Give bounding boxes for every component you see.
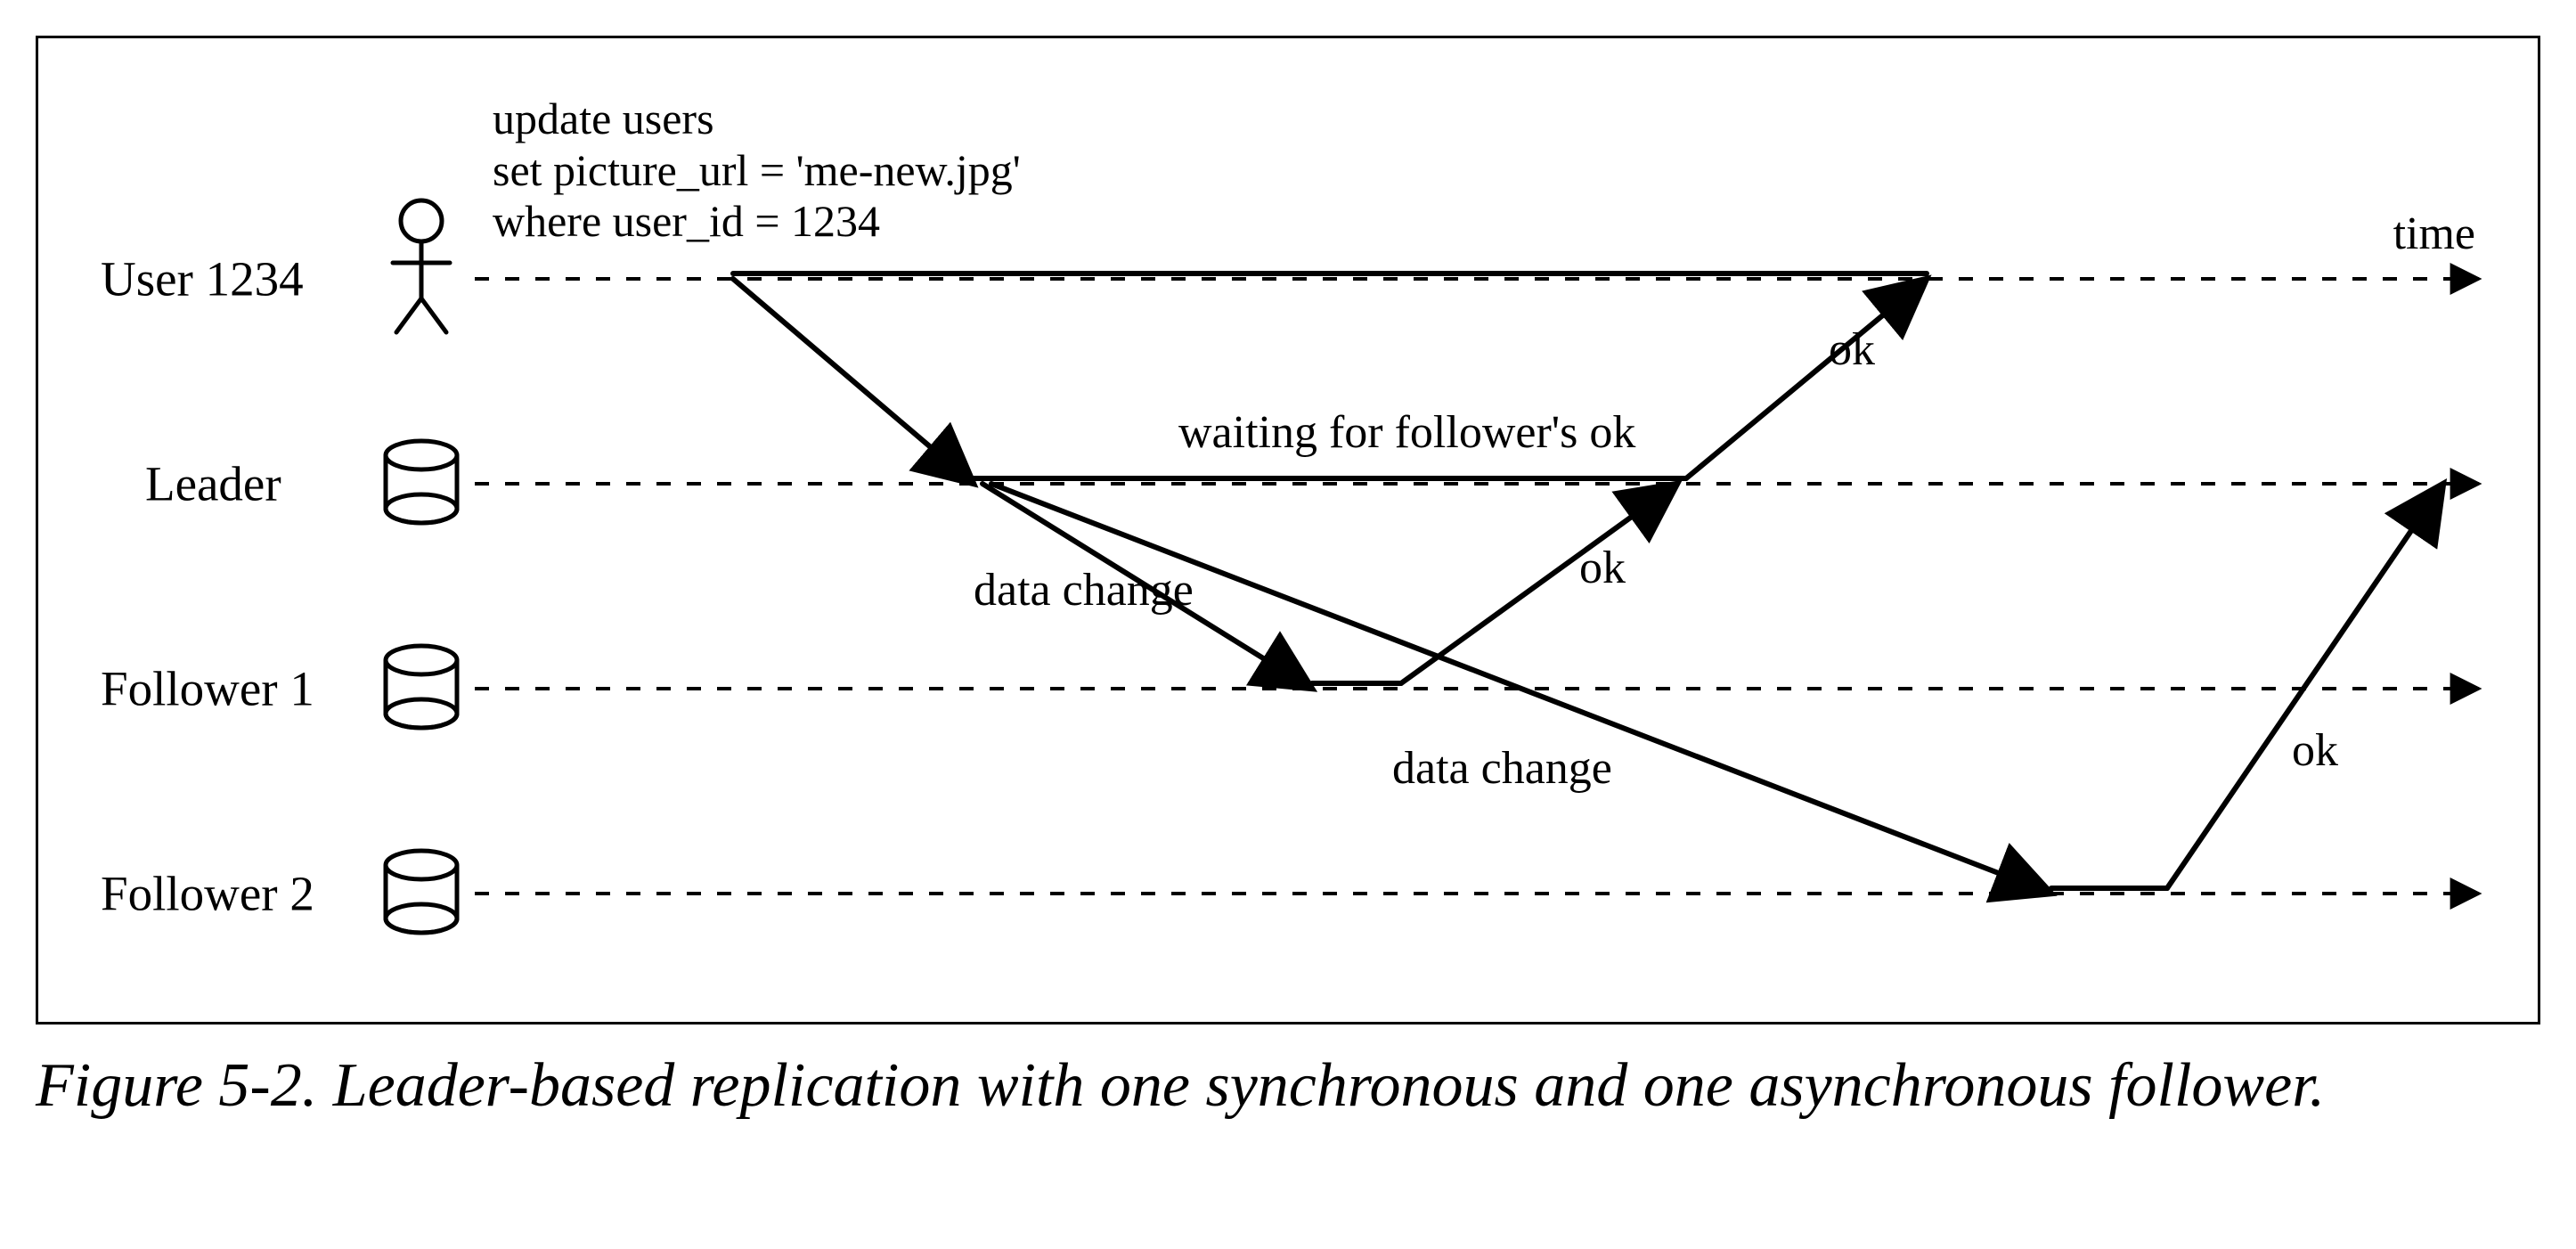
lane-lines bbox=[475, 279, 2479, 894]
user-icon bbox=[393, 200, 450, 332]
ok-from-follower1-label: ok bbox=[1579, 542, 1626, 594]
arrow-leader-to-user-ok bbox=[1686, 279, 1927, 478]
follower2-cylinder-icon bbox=[386, 851, 457, 933]
arrow-follower1-to-leader-ok bbox=[1401, 484, 1677, 683]
row-label-follower1: Follower 1 bbox=[101, 661, 314, 717]
figure-caption: Figure 5-2. Leader-based replication wit… bbox=[36, 1047, 2540, 1125]
update-query-text: update users set picture_url = 'me-new.j… bbox=[493, 94, 1021, 248]
row-label-user: User 1234 bbox=[101, 251, 304, 307]
waiting-label: waiting for follower's ok bbox=[1178, 406, 1635, 459]
diagram-frame: User 1234 Leader Follower 1 Follower 2 t… bbox=[36, 36, 2540, 1025]
ok-to-user-label: ok bbox=[1829, 323, 1875, 376]
arrow-follower2-to-leader-ok bbox=[2167, 484, 2443, 888]
arrow-user-to-leader bbox=[733, 279, 974, 484]
follower1-cylinder-icon bbox=[386, 646, 457, 728]
ok-from-follower2-label: ok bbox=[2292, 724, 2338, 777]
leader-cylinder-icon bbox=[386, 441, 457, 523]
time-axis-label: time bbox=[2393, 208, 2475, 260]
data-change-1-label: data change bbox=[974, 564, 1194, 616]
sequence-svg bbox=[38, 38, 2538, 1022]
data-change-2-label: data change bbox=[1392, 742, 1612, 795]
cylinder-icons bbox=[386, 441, 457, 933]
diagram-page: User 1234 Leader Follower 1 Follower 2 t… bbox=[0, 0, 2576, 1249]
row-label-leader: Leader bbox=[145, 456, 281, 512]
row-label-follower2: Follower 2 bbox=[101, 866, 314, 922]
